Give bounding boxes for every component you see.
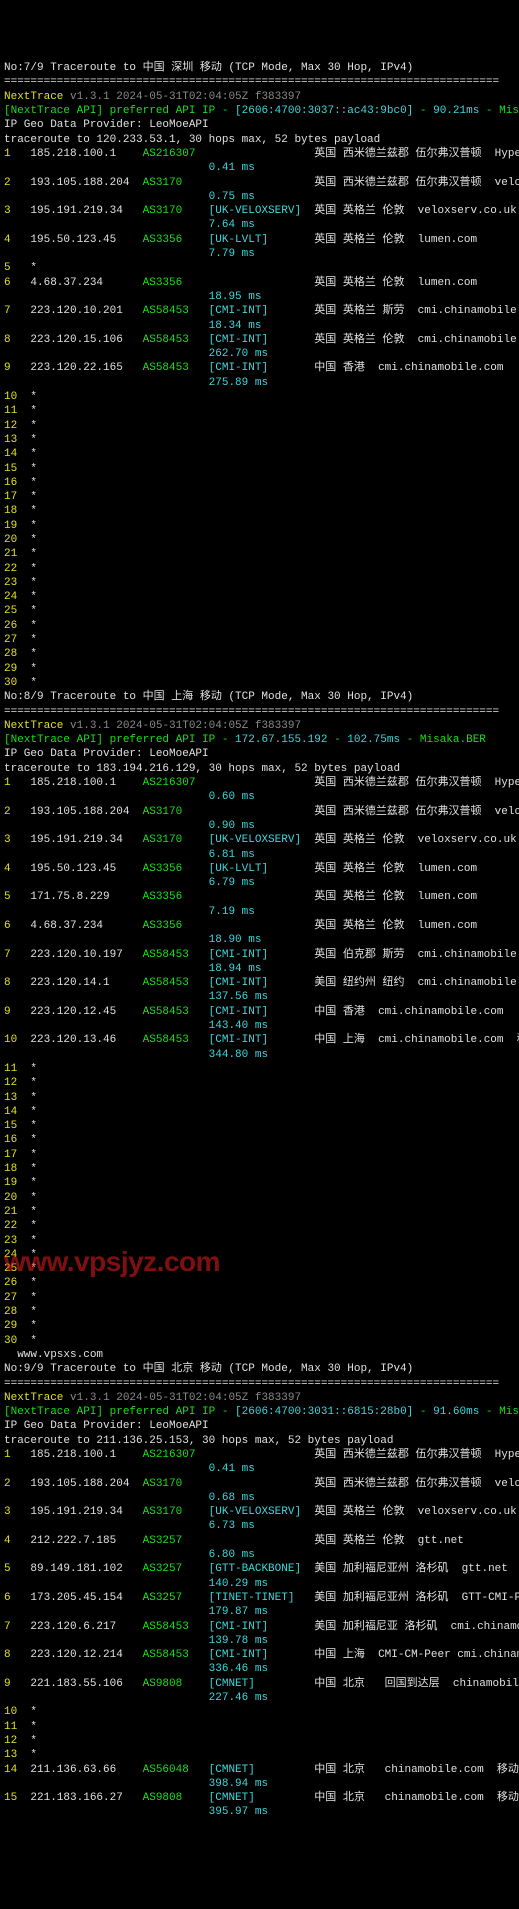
terminal-output: No:7/9 Traceroute to 中国 深圳 移动 (TCP Mode,…	[4, 61, 519, 1820]
